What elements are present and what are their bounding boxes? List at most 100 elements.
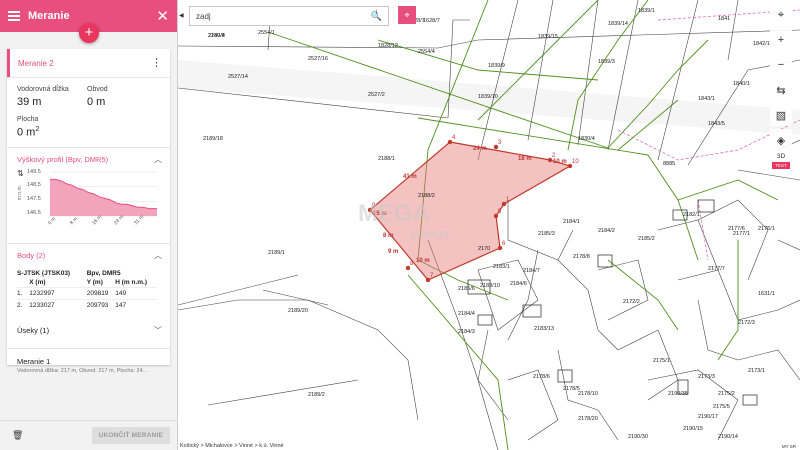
col-y-header: Y (m)	[86, 278, 103, 286]
parcel-label: 2184/4	[458, 311, 475, 317]
parcel-label: 1840/1	[733, 81, 750, 87]
perimeter: Obvod 0 m	[87, 86, 157, 108]
parcel-label: 2175/2	[718, 391, 735, 397]
delete-icon[interactable]: 🗑	[12, 430, 23, 441]
parcel-label: 1839/9	[488, 63, 505, 69]
app: Meranie ✕ + Meranie 2 ⋮ Vodorovná dĺžka …	[0, 0, 800, 450]
parcel-label: 2190/14	[718, 434, 738, 440]
parcel-label: 2176/1	[758, 226, 775, 232]
parcel-label: 2185/6	[458, 286, 475, 292]
search-bar[interactable]: zadj 🔍	[189, 6, 389, 26]
index-header	[17, 278, 29, 288]
chevron-up-icon[interactable]: ︿	[154, 154, 162, 165]
horizontal-length: Vodorovná dĺžka 39 m	[17, 86, 87, 108]
attribution: MY SR	[781, 444, 796, 449]
metrics-row: Vodorovná dĺžka 39 m Obvod 0 m	[7, 78, 170, 108]
chevron-up-icon[interactable]: ︿	[154, 250, 162, 261]
parcel-label: 2527/14	[228, 74, 248, 80]
measurement-panel: Meranie ✕ + Meranie 2 ⋮ Vodorovná dĺžka …	[0, 0, 178, 450]
table-header-row: X (m) Y (m) H (m n.m.)	[17, 278, 157, 288]
parcel-label: 1631/1	[758, 291, 775, 297]
points-section-header[interactable]: Body (2) ︿	[7, 250, 170, 261]
parcel-label: 2183/10	[480, 283, 500, 289]
parcel-label: 2183/1	[493, 264, 510, 270]
parcel-label: 2184/3	[458, 329, 475, 335]
profile-section-header[interactable]: Výškový profil (Bpv, DMR5) ︿	[7, 154, 170, 165]
more-options-icon[interactable]: ⋮	[151, 57, 162, 69]
card-header: Meranie 2 ⋮	[7, 49, 170, 77]
segment-length-label: 10 m	[416, 258, 430, 264]
height-system: Bpv, DMR5	[86, 269, 121, 277]
segment-length-label: 41 m	[403, 174, 417, 180]
parcel-label: 2178/8	[573, 254, 590, 260]
zoom-in-button[interactable]: +	[770, 29, 792, 51]
location-pin-button[interactable]: ⌖	[398, 6, 416, 24]
row-h: 147	[115, 298, 157, 311]
close-icon[interactable]: ✕	[156, 9, 169, 24]
parcel-label: 2554/4	[418, 49, 435, 55]
watermark-sub: KANCEL	[410, 230, 452, 241]
vertex-label: 3	[498, 140, 502, 146]
row-x: 1233027	[29, 298, 87, 311]
panel-title: Meranie	[28, 10, 70, 22]
coordinate-system: S-JTSK (JTSK03)	[17, 269, 71, 277]
segment-length-label: 8 m	[383, 233, 393, 239]
perimeter-value: 0 m	[87, 96, 106, 108]
parcel-label: 2185/2	[638, 236, 655, 242]
chevron-down-icon[interactable]: ﹀	[154, 325, 162, 336]
crosshair-icon[interactable]: ⌖	[770, 4, 792, 26]
add-measurement-button[interactable]: +	[79, 23, 99, 43]
parcel-label: 2188/1	[378, 156, 395, 162]
layers-icon[interactable]: ◈	[770, 129, 792, 151]
measurement-list-item[interactable]: Meranie 1 Vodorovná dĺžka: 217 m, Obvod:…	[7, 349, 170, 374]
parcel-label: 2190/15	[683, 426, 703, 432]
parcel-label: 1839/14	[608, 21, 628, 27]
menu-icon[interactable]	[8, 11, 20, 21]
collapse-panel-icon[interactable]: ◀	[179, 12, 184, 19]
parcel-label: 1843/1	[698, 96, 715, 102]
perimeter-label: Obvod	[87, 86, 108, 93]
info-icon[interactable]: i	[376, 10, 377, 16]
table-header-row: S-JTSK (JTSK03) Bpv, DMR5	[17, 269, 157, 278]
compass-icon[interactable]: ⇆	[770, 79, 792, 101]
parcel-label: 2527/2	[368, 92, 385, 98]
parcel-label: 2178/10	[578, 391, 598, 397]
parcel-label: 2189/2	[308, 392, 325, 398]
map-canvas[interactable]: 2240/4 2554/12554/42527/162527/142527/221…	[178, 0, 800, 450]
segments-title: Úseky (1)	[17, 325, 50, 335]
elevation-profile-chart: ⇅ m n.m. 149.5 148.5 147.5 146.5 0 m 8 m…	[17, 169, 162, 241]
row-index: 1.	[17, 286, 30, 300]
segment-length-label: 24 m	[473, 146, 487, 152]
segment-length-label: 10 m	[553, 159, 567, 165]
parcel-label: 2173/3	[698, 374, 715, 380]
points-table: S-JTSK (JTSK03) Bpv, DMR5 X (m) Y (m) H …	[17, 269, 157, 311]
parcel-label: 2182/1	[683, 212, 700, 218]
location-breadcrumb: Košický > Michalovce > Vinné > k.ú. Vinn…	[178, 443, 286, 449]
parcel-label: 2173/1	[748, 368, 765, 374]
area-label: Plocha	[17, 116, 39, 123]
parcel-label: 1628/7	[423, 18, 440, 24]
parcel-label: 2190/17	[698, 414, 718, 420]
zoom-out-button[interactable]: −	[770, 54, 792, 76]
row-index: 2.	[17, 298, 30, 311]
segments-section-header[interactable]: Úseky (1) ﹀	[7, 325, 170, 336]
parcel-label: 2554/1	[258, 30, 275, 36]
3d-toggle[interactable]: 3D	[777, 153, 785, 160]
cadastral-map[interactable]: 2240/4 2554/1 2554/4 2527/16 2527/14 2527/2 21…	[178, 0, 800, 450]
col-h-header: H (m n.m.)	[115, 278, 148, 286]
row-y: 209819	[86, 286, 116, 300]
watermark: MEGA	[358, 200, 430, 227]
image-layer-icon[interactable]: ▧	[770, 104, 792, 126]
parcel-label: 2170	[478, 246, 490, 252]
parcel-label: 2177/6	[728, 226, 745, 232]
search-input[interactable]: zadj	[196, 12, 371, 21]
measurement-card: Meranie 2 ⋮ Vodorovná dĺžka 39 m Obvod 0…	[7, 49, 170, 374]
map-toolbar: ⌖ + − ⇆ ▧ ◈ 3D TEST	[768, 4, 794, 169]
parcel-label: 2184/6	[510, 281, 527, 287]
measurement-desc: Vodorovná dĺžka: 217 m, Obvod: 217 m, Pl…	[17, 367, 149, 374]
parcel-label: 8885	[663, 161, 675, 167]
end-measurement-button[interactable]: UKONČIŤ MERANIE	[91, 427, 170, 444]
table-row: 2. 1233027 209793 147	[17, 298, 157, 311]
vertex-label: 5	[498, 209, 502, 215]
parcel-label: 2184/2	[598, 228, 615, 234]
